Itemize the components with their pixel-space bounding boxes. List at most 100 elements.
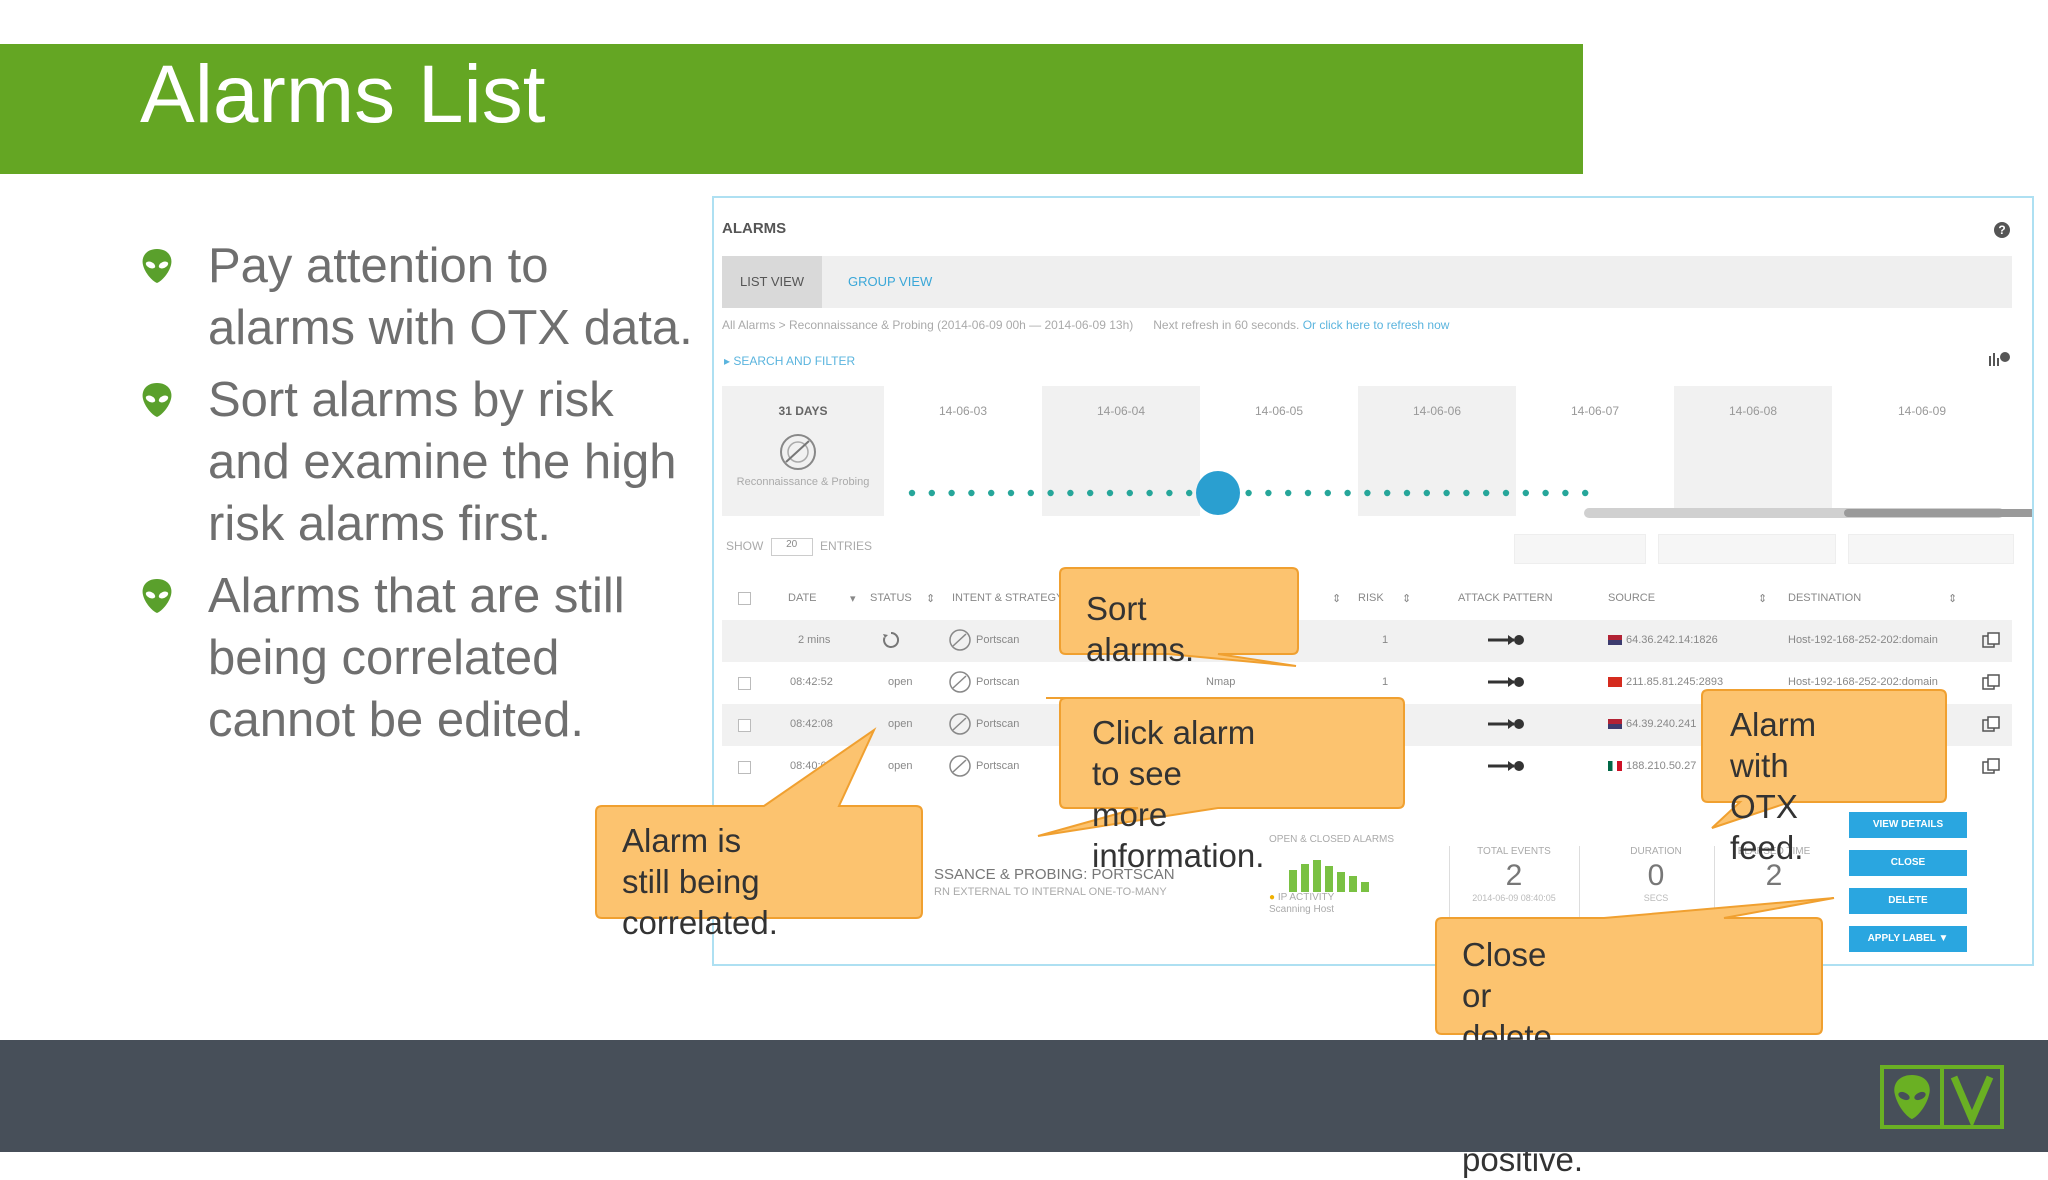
timeline-event-dot[interactable] [1067,489,1074,497]
alarm-detail-subtitle: RN EXTERNAL TO INTERNAL ONE-TO-MANY [934,886,1167,898]
callout-line: Alarm with [1730,706,1817,784]
refresh-text: Next refresh in 60 seconds. [1153,318,1300,332]
select-all-checkbox[interactable] [738,592,751,605]
timeline-event-dot[interactable] [948,489,955,497]
timeline-event-dot[interactable] [1126,489,1133,497]
timeline-event-dot[interactable] [928,489,935,497]
timeline-event-dot[interactable] [1403,489,1411,497]
bullet-item: Sort alarms by risk and examine the high… [140,369,700,555]
timeline-event-dot[interactable] [1087,489,1094,497]
row-intent: Portscan [976,760,1020,772]
breadcrumb: All Alarms > Reconnaissance & Probing (2… [722,318,1449,332]
timeline-event-dot[interactable] [1423,489,1430,497]
timeline-event-dot[interactable] [1027,489,1034,497]
warning-icon: ● [1269,892,1276,903]
timeline-event-dot[interactable] [1522,489,1529,497]
timeline-event-dot[interactable] [1106,489,1114,497]
timeline-event-dot[interactable] [1344,489,1351,497]
sort-icon[interactable]: ⇕ [926,592,935,605]
help-icon[interactable]: ? [1994,222,2010,238]
chart-toggle-icon[interactable] [1988,350,2010,366]
table-row[interactable]: 2 mins Portscan 1 64.36.242.14:1826 Host… [722,620,2012,662]
breadcrumb-text[interactable]: All Alarms > Reconnaissance & Probing (2… [722,318,1133,332]
callout-text: Alarm is still being correlated. [622,820,778,943]
callout-line: correlated. [622,904,778,941]
timeline-event-dot[interactable] [1542,489,1549,497]
show-entries: SHOW 20 ENTRIES [726,538,872,556]
alien-head-icon [142,579,172,613]
timeline-event-dot[interactable] [1364,489,1371,497]
otx-feed-icon[interactable] [1982,758,2000,774]
row-source-text: 64.36.242.14:1826 [1626,634,1718,646]
timeline-event-dot[interactable] [1443,489,1450,497]
timeline-event-dot[interactable] [1562,489,1569,497]
timeline-event-dot[interactable] [1384,489,1391,497]
toolbar-button[interactable] [1848,534,2014,564]
col-date[interactable]: DATE [788,592,817,604]
stat-value: 2 [1505,859,1523,892]
toolbar-button[interactable] [1658,534,1836,564]
duration-stat: DURATION 0 SECS [1596,846,1716,903]
callout-line: OTX feed. [1730,788,1804,866]
row-source: 64.36.242.14:1826 [1608,634,1718,646]
toolbar-button[interactable] [1514,534,1646,564]
timeline-event-dot[interactable] [1463,489,1470,497]
refresh-link[interactable]: Or click here to refresh now [1303,318,1450,332]
timeline-event-dot[interactable] [1245,489,1252,497]
timeline-event-dot[interactable] [1146,489,1153,497]
otx-feed-icon[interactable] [1982,674,2000,690]
row-checkbox[interactable] [738,677,751,690]
bullet-item: Alarms that are still being correlated c… [140,565,700,751]
row-date: 08:42:52 [790,676,833,688]
slide-title: Alarms List [140,49,546,140]
scroll-thumb[interactable] [1844,509,2032,517]
timeline-event-dot[interactable] [1502,489,1510,497]
row-status: open [888,718,913,730]
alien-head-icon [142,383,172,417]
timeline-event-dot[interactable] [1166,489,1173,497]
timeline-event-dot[interactable] [1186,489,1193,497]
row-method: Nmap [1206,676,1236,688]
sort-icon[interactable]: ⇕ [1402,592,1411,605]
sort-caret-icon[interactable]: ▾ [850,592,856,605]
alienvault-logo-icon [1880,1065,2004,1129]
timeline-event-dot[interactable] [1324,489,1331,497]
timeline-event-dot[interactable] [1047,489,1054,497]
timeline-scrollbar[interactable] [1584,508,2032,518]
col-destination[interactable]: DESTINATION [1788,592,1861,604]
timeline-event-dot[interactable] [988,489,995,497]
sort-icon[interactable]: ⇕ [1332,592,1341,605]
otx-feed-icon[interactable] [1982,716,2000,732]
search-filter-toggle[interactable]: ▸ SEARCH AND FILTER [724,354,855,368]
tab-group-view[interactable]: GROUP VIEW [830,256,950,308]
col-attack-pattern[interactable]: ATTACK PATTERN [1458,592,1553,604]
timeline-event-dot[interactable] [1582,489,1589,497]
timeline-event-dot[interactable] [1304,489,1312,497]
timeline-event-dot[interactable] [968,489,975,497]
timeline-event-dot[interactable] [1483,489,1490,497]
col-intent[interactable]: INTENT & STRATEGY [952,592,1063,604]
delete-button[interactable]: DELETE [1849,888,1967,914]
col-source[interactable]: SOURCE [1608,592,1655,604]
correlating-spinner-icon [883,631,900,648]
row-date: 08:42:08 [790,718,833,730]
close-button[interactable]: CLOSE [1849,850,1967,876]
us-flag-icon [1608,635,1622,646]
timeline-event-dot[interactable] [1007,489,1015,497]
row-date: 2 mins [798,634,831,646]
timeline-event-dot[interactable] [1285,489,1292,497]
tab-list-view[interactable]: LIST VIEW [722,256,823,308]
col-status[interactable]: STATUS [870,592,912,604]
sort-icon[interactable]: ⇕ [1948,592,1957,605]
footer-bar [0,1040,2048,1152]
otx-feed-icon[interactable] [1982,632,2000,648]
apply-label-button[interactable]: APPLY LABEL ▼ [1849,926,1967,952]
col-risk[interactable]: RISK [1358,592,1384,604]
cn-flag-icon [1608,677,1622,688]
bullet-text: Sort alarms by risk and examine the high… [208,373,677,551]
row-intent: Portscan [976,634,1020,646]
sort-icon[interactable]: ⇕ [1758,592,1767,605]
timeline-event-dot[interactable] [908,489,916,497]
entries-select[interactable]: 20 [770,538,813,556]
timeline-event-dot[interactable] [1265,489,1272,497]
